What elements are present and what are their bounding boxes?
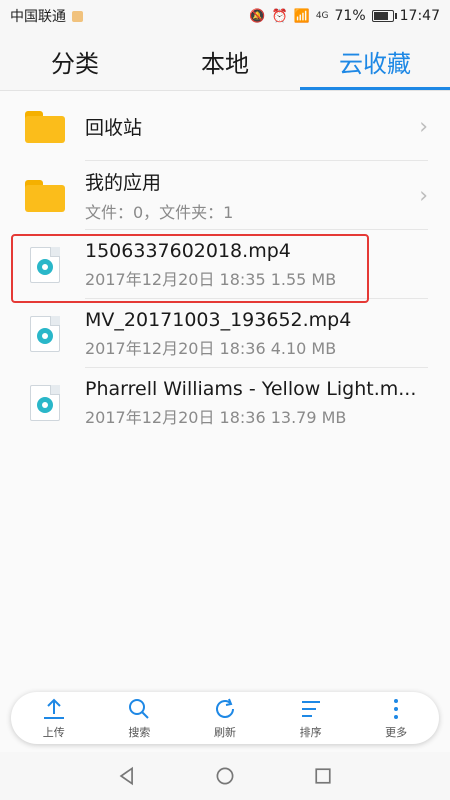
battery-icon — [371, 10, 397, 22]
search-label: 搜索 — [128, 726, 151, 739]
tab-category[interactable]: 分类 — [0, 32, 150, 90]
video-file-icon — [30, 384, 60, 421]
battery-percent: 71% — [334, 8, 366, 24]
chevron-right-icon: › — [419, 183, 428, 208]
sort-button[interactable]: 排序 — [271, 696, 351, 740]
mute-icon: 🔕 — [249, 8, 266, 24]
search-icon — [129, 699, 150, 719]
refresh-label: 刷新 — [213, 726, 236, 739]
sort-label: 排序 — [299, 726, 322, 739]
alarm-icon: ⏰ — [271, 8, 288, 24]
more-button[interactable]: 更多 — [356, 696, 436, 740]
tab-bar: 分类 本地 云收藏 — [0, 32, 450, 91]
home-button[interactable] — [212, 763, 238, 789]
more-icon — [394, 699, 399, 719]
refresh-button[interactable]: 刷新 — [185, 696, 265, 740]
status-right: 🔕 ⏰ 📶 4G 71% 17:47 — [249, 8, 440, 24]
item-title: 我的应用 — [85, 172, 162, 194]
status-left: 中国联通 — [10, 6, 83, 26]
item-title: MV_20171003_193652.mp4 — [85, 308, 352, 331]
item-subtitle: 2017年12月20日 18:36 13.79 MB — [85, 407, 347, 427]
search-button[interactable]: 搜索 — [99, 696, 179, 740]
network-type-label: 4G — [315, 11, 329, 21]
upload-label: 上传 — [42, 726, 65, 739]
home-circle-icon — [216, 767, 234, 785]
recents-square-icon — [315, 768, 331, 784]
back-triangle-icon — [119, 766, 133, 786]
item-title: 1506337602018.mp4 — [85, 239, 291, 262]
list-item-video-1[interactable]: 1506337602018.mp4 2017年12月20日 18:35 1.55… — [0, 230, 450, 299]
list-item-video-3[interactable]: Pharrell Williams - Yellow Light.m... 20… — [0, 368, 450, 437]
file-list: 回收站 › 我的应用 文件：0，文件夹：1 › 1506337602018.mp… — [0, 92, 450, 437]
refresh-icon — [215, 698, 234, 718]
item-subtitle: 文件：0，文件夹：1 — [85, 203, 234, 222]
list-item-video-2[interactable]: MV_20171003_193652.mp4 2017年12月20日 18:36… — [0, 299, 450, 368]
tab-cloud-favorites[interactable]: 云收藏 — [300, 32, 450, 90]
item-title: 回收站 — [85, 117, 143, 139]
item-subtitle: 2017年12月20日 18:35 1.55 MB — [85, 269, 337, 289]
item-title: Pharrell Williams - Yellow Light.m... — [85, 377, 417, 400]
sort-icon — [301, 701, 320, 717]
list-item-my-apps[interactable]: 我的应用 文件：0，文件夹：1 › — [0, 161, 450, 230]
bottom-toolbar: 上传 搜索 刷新 排序 更多 — [11, 692, 439, 744]
upload-button[interactable]: 上传 — [14, 696, 94, 740]
notification-icon — [72, 10, 83, 22]
more-label: 更多 — [385, 726, 408, 739]
item-subtitle: 2017年12月20日 18:36 4.10 MB — [85, 338, 337, 358]
video-file-icon — [30, 246, 60, 283]
clock: 17:47 — [399, 8, 440, 24]
recents-button[interactable] — [310, 763, 336, 789]
battery-fill — [373, 12, 388, 20]
chevron-right-icon: › — [419, 114, 428, 139]
folder-icon — [25, 179, 65, 212]
thumb — [15, 110, 75, 143]
tab-local[interactable]: 本地 — [150, 32, 300, 90]
video-file-icon — [30, 315, 60, 352]
list-item-recycle-bin[interactable]: 回收站 › — [0, 92, 450, 161]
carrier-name: 中国联通 — [10, 9, 66, 25]
upload-icon — [43, 698, 64, 719]
back-button[interactable] — [114, 763, 140, 789]
wifi-icon: 📶 — [293, 8, 310, 24]
system-nav-bar — [0, 752, 450, 800]
folder-icon — [25, 110, 65, 143]
status-bar: 中国联通 🔕 ⏰ 📶 4G 71% 17:47 — [0, 0, 450, 32]
